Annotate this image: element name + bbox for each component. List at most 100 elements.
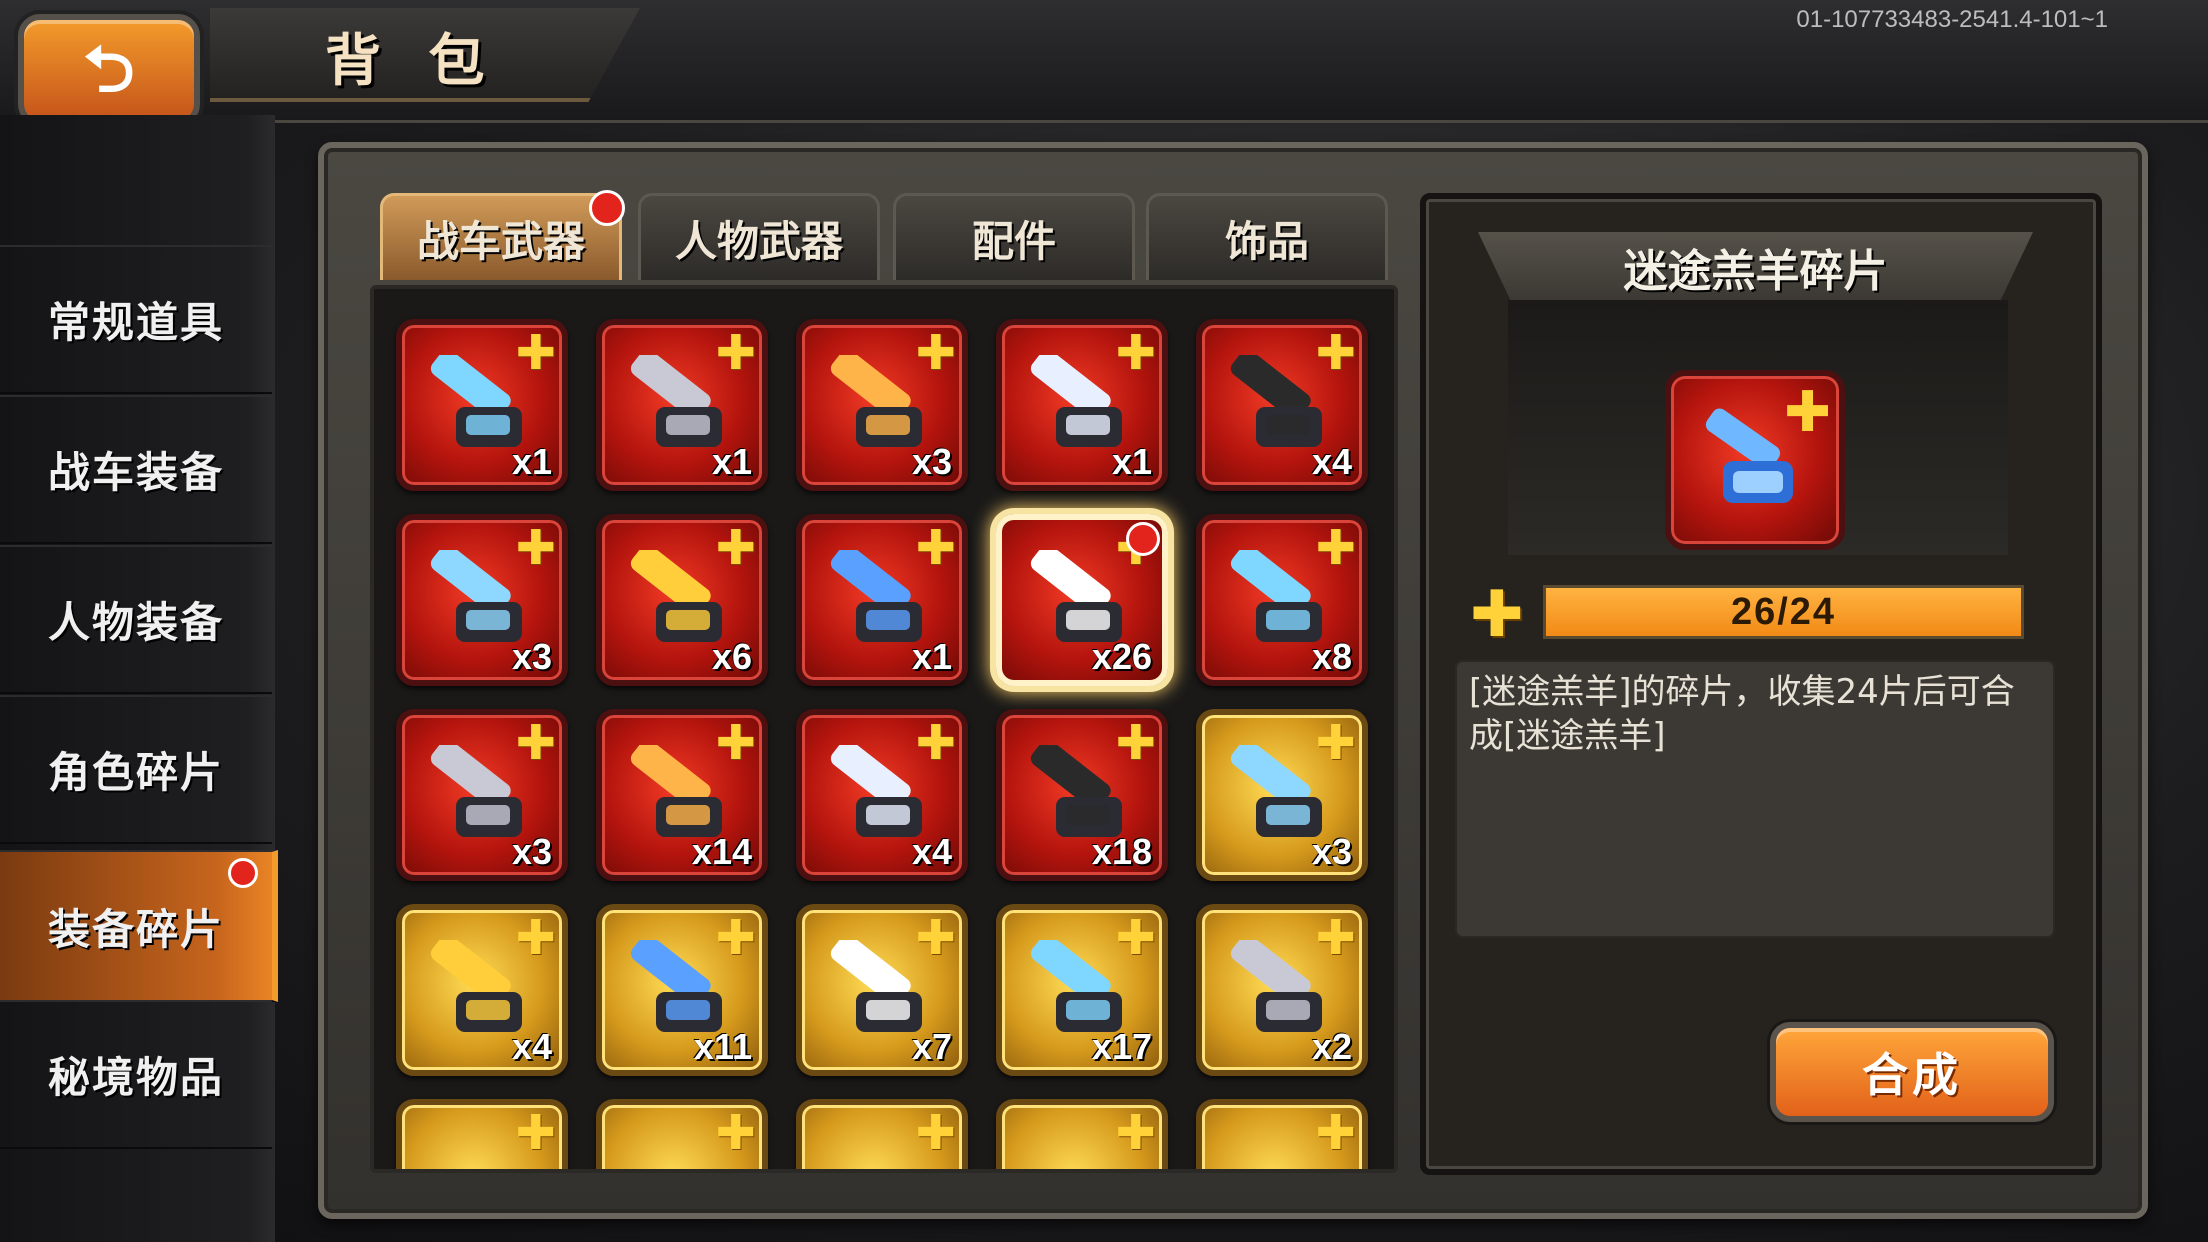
item-quantity: x3: [1311, 831, 1352, 872]
fragment-puzzle-icon: ✚: [715, 1105, 756, 1161]
sidebar-item-label: 战车装备: [47, 448, 224, 497]
item-slot[interactable]: ✚: [996, 1099, 1168, 1169]
item-slot[interactable]: ✚ x2: [1196, 904, 1368, 1076]
item-quantity: x3: [511, 636, 552, 677]
item-slot[interactable]: ✚ x18: [996, 709, 1168, 881]
notification-badge: [228, 858, 258, 888]
item-quantity: x26: [1091, 636, 1152, 677]
item-quantity: x1: [911, 636, 952, 677]
tab-label: 人物武器: [674, 216, 843, 266]
item-quantity: x2: [1311, 1026, 1352, 1067]
item-quantity: x3: [911, 441, 952, 482]
tab-label: 战车武器: [416, 216, 585, 266]
item-slot[interactable]: ✚ x4: [1196, 319, 1368, 491]
item-quantity: x8: [1311, 636, 1352, 677]
item-quantity: x4: [911, 831, 952, 872]
fragment-puzzle-icon: ✚: [915, 1105, 956, 1161]
fragment-puzzle-icon: ✚: [715, 520, 756, 576]
item-quantity: x7: [911, 1026, 952, 1067]
item-description-box: [迷途羔羊]的碎片，收集24片后可合成[迷途羔羊]: [1455, 660, 2055, 938]
fragment-puzzle-icon: ✚: [1115, 910, 1156, 966]
fragment-puzzle-icon: ✚: [1784, 380, 1831, 445]
item-slot[interactable]: ✚ x17: [996, 904, 1168, 1076]
tab-vehicle-weapons[interactable]: 战车武器: [380, 190, 625, 280]
item-grid[interactable]: ✚x1✚x1✚x3✚x1✚x4✚x3✚x6✚x1✚x26✚x8✚x3✚x14✚x…: [370, 285, 1398, 1173]
item-slot[interactable]: ✚ x11: [596, 904, 768, 1076]
selected-item-icon: ✚: [1665, 370, 1845, 550]
fragment-puzzle-icon: ✚: [915, 520, 956, 576]
fragment-puzzle-icon: ✚: [515, 520, 556, 576]
item-quantity: x1: [511, 441, 552, 482]
item-slot[interactable]: ✚ x3: [1196, 709, 1368, 881]
fragment-puzzle-icon: ✚: [1315, 910, 1356, 966]
fragment-puzzle-icon: ✚: [515, 910, 556, 966]
tab-character-weapons[interactable]: 人物武器: [638, 193, 880, 280]
sidebar-item-vehicle-equipment[interactable]: 战车装备: [0, 395, 272, 544]
item-slot[interactable]: ✚ x3: [396, 514, 568, 686]
item-quantity: x6: [711, 636, 752, 677]
item-slot[interactable]: ✚ x8: [1196, 514, 1368, 686]
progress-text: 26/24: [1730, 590, 1837, 633]
fragment-puzzle-icon: ✚: [1315, 1105, 1356, 1161]
fragment-puzzle-icon: ✚: [715, 325, 756, 381]
sidebar-item-label: 装备碎片: [47, 904, 224, 954]
fragment-puzzle-icon: ✚: [915, 715, 956, 771]
tab-accessories[interactable]: 配件: [893, 193, 1135, 280]
synthesize-button[interactable]: 合成: [1770, 1022, 2054, 1122]
item-slot[interactable]: ✚ x1: [796, 514, 968, 686]
item-slot[interactable]: ✚: [796, 1099, 968, 1169]
item-slot[interactable]: ✚: [396, 1099, 568, 1169]
fragment-puzzle-icon: ✚: [1315, 520, 1356, 576]
item-slot[interactable]: ✚ x7: [796, 904, 968, 1076]
item-slot[interactable]: ✚ x4: [796, 709, 968, 881]
sidebar-item-equipment-fragments[interactable]: 装备碎片: [0, 850, 278, 1002]
item-slot[interactable]: ✚ x6: [596, 514, 768, 686]
item-slot[interactable]: ✚: [596, 1099, 768, 1169]
item-description: [迷途羔羊]的碎片，收集24片后可合成[迷途羔羊]: [1469, 672, 2015, 756]
item-quantity: x17: [1091, 1026, 1152, 1067]
item-slot[interactable]: ✚ x3: [396, 709, 568, 881]
synthesize-button-label: 合成: [1862, 1048, 1962, 1102]
sidebar-item-label: 人物装备: [47, 598, 224, 647]
category-sidebar: 常规道具 战车装备 人物装备 角色碎片 装备碎片 秘境物品: [0, 115, 278, 1242]
item-quantity: x4: [1311, 441, 1352, 482]
detail-title-plate: 迷途羔羊碎片: [1478, 232, 2033, 302]
build-id-text: 01-107733483-2541.4-101~1: [1796, 6, 2108, 33]
sidebar-item-character-equipment[interactable]: 人物装备: [0, 545, 272, 694]
item-quantity: x4: [511, 1026, 552, 1067]
sidebar-item-secret-realm-items[interactable]: 秘境物品: [0, 1000, 272, 1149]
fragment-puzzle-icon: ✚: [915, 325, 956, 381]
fragment-puzzle-icon: ✚: [1115, 715, 1156, 771]
fragment-puzzle-icon: ✚: [1315, 715, 1356, 771]
fragment-puzzle-icon: ✚: [515, 325, 556, 381]
fragment-puzzle-icon: ✚: [1115, 325, 1156, 381]
page-title: 背 包: [325, 29, 499, 94]
item-quantity: x1: [711, 441, 752, 482]
back-arrow-icon: ⮌: [83, 33, 135, 107]
notification-badge: [1126, 522, 1160, 556]
item-slot[interactable]: ✚: [1196, 1099, 1368, 1169]
tab-ornaments[interactable]: 饰品: [1146, 193, 1388, 280]
item-quantity: x1: [1111, 441, 1152, 482]
sidebar-item-label: 角色碎片: [47, 748, 224, 797]
item-quantity: x18: [1091, 831, 1152, 872]
tab-label: 配件: [971, 216, 1056, 266]
fragment-puzzle-icon: ✚: [1115, 1105, 1156, 1161]
item-slot[interactable]: ✚ x14: [596, 709, 768, 881]
fragment-progress-bar: 26/24: [1543, 585, 2024, 639]
item-slot[interactable]: ✚ x4: [396, 904, 568, 1076]
fragment-puzzle-icon: ✚: [1315, 325, 1356, 381]
fragment-puzzle-icon: ✚: [515, 715, 556, 771]
sidebar-item-regular-items[interactable]: 常规道具: [0, 245, 272, 394]
item-slot[interactable]: ✚ x1: [396, 319, 568, 491]
item-quantity: x14: [691, 831, 752, 872]
back-button[interactable]: ⮌: [18, 14, 200, 126]
item-slot[interactable]: ✚x26: [996, 514, 1168, 686]
tab-label: 饰品: [1224, 216, 1309, 266]
item-slot[interactable]: ✚ x1: [996, 319, 1168, 491]
item-slot[interactable]: ✚ x3: [796, 319, 968, 491]
item-quantity: x11: [693, 1026, 752, 1067]
notification-badge: [589, 190, 625, 226]
sidebar-item-character-fragments[interactable]: 角色碎片: [0, 695, 272, 844]
item-slot[interactable]: ✚ x1: [596, 319, 768, 491]
